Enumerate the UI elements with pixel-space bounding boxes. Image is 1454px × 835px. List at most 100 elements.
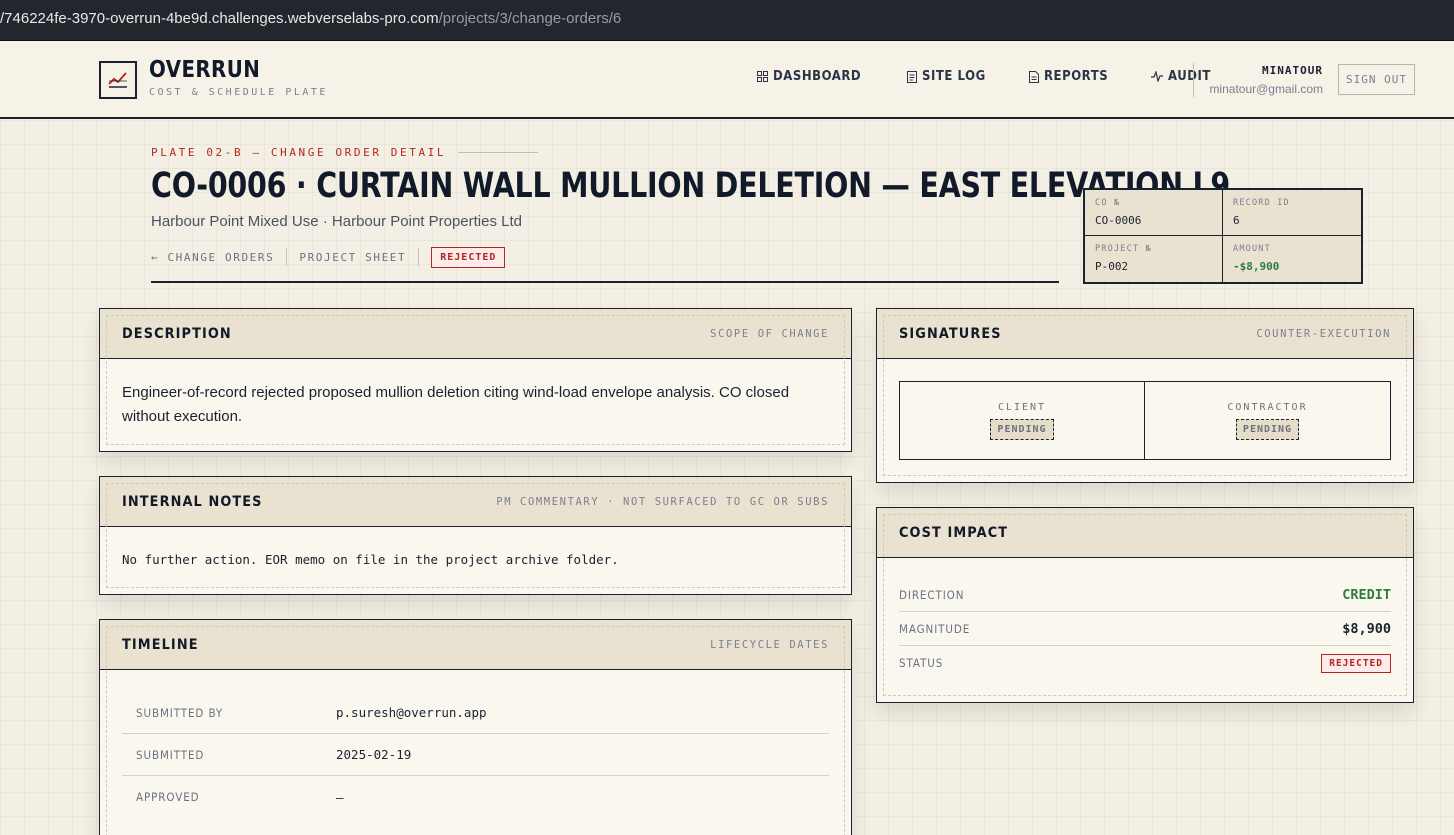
status-badge: REJECTED xyxy=(1321,653,1391,673)
contractor-signature[interactable]: CONTRACTOR PENDING xyxy=(1145,382,1390,459)
kicker-rule xyxy=(458,152,539,153)
card-title: SIGNATURES xyxy=(899,325,1002,342)
timeline-value: 2025-02-19 xyxy=(336,747,412,762)
notes-text: No further action. EOR memo on file in t… xyxy=(122,552,619,567)
card-title: DESCRIPTION xyxy=(122,325,232,342)
pulse-icon xyxy=(1151,71,1164,82)
nav-audit-label: AUDIT xyxy=(1168,69,1212,84)
timeline-value: p.suresh@overrun.app xyxy=(336,705,487,720)
card-header: TIMELINE LIFECYCLE DATES xyxy=(100,620,851,670)
cost-row: DIRECTION CREDIT xyxy=(899,578,1391,612)
address-bar[interactable]: /746224fe-3970-overrun-4be9d.challenges.… xyxy=(0,0,1454,41)
cost-impact-card: COST IMPACT DIRECTION CREDIT MAGNITUDE $… xyxy=(876,507,1414,703)
nav-site-log[interactable]: SITE LOG xyxy=(906,69,993,84)
card-header: INTERNAL NOTES PM COMMENTARY · NOT SURFA… xyxy=(100,477,851,527)
signature-label: CLIENT xyxy=(997,401,1047,413)
timeline-value: — xyxy=(336,789,344,805)
meta-label: CO № xyxy=(1095,198,1121,208)
card-tag: COUNTER-EXECUTION xyxy=(1256,327,1391,340)
timeline-row: SUBMITTED BY p.suresh@overrun.app xyxy=(122,692,829,734)
plate-kicker: PLATE 02-B — CHANGE ORDER DETAIL xyxy=(151,146,539,159)
card-tag: LIFECYCLE DATES xyxy=(710,638,829,651)
user-email: minatour@gmail.com xyxy=(1209,82,1323,96)
log-icon xyxy=(906,70,917,83)
cost-row: MAGNITUDE $8,900 xyxy=(899,612,1391,646)
app-header: OVERRUN COST & SCHEDULE PLATE DASHBOARD … xyxy=(0,41,1454,119)
card-body: DIRECTION CREDIT MAGNITUDE $8,900 STATUS… xyxy=(877,558,1413,702)
meta-value: 6 xyxy=(1233,214,1240,227)
nav-reports[interactable]: REPORTS xyxy=(1028,69,1115,84)
meta-label: AMOUNT xyxy=(1233,244,1271,254)
client-signature[interactable]: CLIENT PENDING xyxy=(900,382,1145,459)
timeline-label: SUBMITTED BY xyxy=(136,705,224,720)
cost-label: MAGNITUDE xyxy=(899,621,971,636)
nav-divider xyxy=(1193,63,1194,97)
nav-dashboard[interactable]: DASHBOARD xyxy=(757,69,871,84)
meta-label: RECORD ID xyxy=(1233,198,1290,208)
meta-value: CO-0006 xyxy=(1095,214,1142,227)
breadcrumb: ← CHANGE ORDERS PROJECT SHEET REJECTED xyxy=(151,246,506,268)
card-tag: SCOPE OF CHANGE xyxy=(710,327,829,340)
user-info: MINATOUR minatour@gmail.com xyxy=(1209,64,1323,96)
card-body: CLIENT PENDING CONTRACTOR PENDING xyxy=(877,359,1413,482)
crumb-divider xyxy=(286,248,288,266)
timeline-label: APPROVED xyxy=(136,790,200,804)
timeline-label: SUBMITTED xyxy=(136,747,205,762)
meta-amount: AMOUNT -$8,900 xyxy=(1223,236,1361,282)
meta-co-number: CO № CO-0006 xyxy=(1085,190,1223,236)
nav-reports-label: REPORTS xyxy=(1043,69,1108,84)
brand: OVERRUN COST & SCHEDULE PLATE xyxy=(149,57,328,98)
nav-audit[interactable]: AUDIT xyxy=(1151,69,1216,84)
crumb-divider xyxy=(418,248,420,266)
card-body: No further action. EOR memo on file in t… xyxy=(100,527,851,589)
card-header: COST IMPACT xyxy=(877,508,1413,558)
user-name: MINATOUR xyxy=(1262,64,1323,77)
card-body: Engineer-of-record rejected proposed mul… xyxy=(100,359,851,451)
project-sheet-link[interactable]: PROJECT SHEET xyxy=(299,251,418,264)
timeline-card: TIMELINE LIFECYCLE DATES SUBMITTED BY p.… xyxy=(99,619,852,835)
meta-record-id: RECORD ID 6 xyxy=(1223,190,1361,236)
pending-badge: PENDING xyxy=(1235,418,1300,440)
main-nav: DASHBOARD SITE LOG REPORTS AUDIT xyxy=(757,69,1252,84)
timeline-row: APPROVED — xyxy=(122,776,829,818)
magnitude-value: $8,900 xyxy=(1342,620,1391,637)
meta-label: PROJECT № xyxy=(1095,244,1152,254)
cost-label: STATUS xyxy=(899,656,944,670)
internal-notes-card: INTERNAL NOTES PM COMMENTARY · NOT SURFA… xyxy=(99,476,852,595)
document-icon xyxy=(1028,70,1039,83)
description-text: Engineer-of-record rejected proposed mul… xyxy=(122,384,790,425)
description-card: DESCRIPTION SCOPE OF CHANGE Engineer-of-… xyxy=(99,308,852,452)
pending-badge: PENDING xyxy=(990,418,1054,440)
brand-tagline: COST & SCHEDULE PLATE xyxy=(149,87,328,98)
signature-label: CONTRACTOR xyxy=(1227,401,1308,413)
sign-out-button[interactable]: SIGN OUT xyxy=(1338,64,1415,95)
status-badge: REJECTED xyxy=(431,246,506,268)
card-title: INTERNAL NOTES xyxy=(122,493,263,510)
url-host: /746224fe-3970-overrun-4be9d.challenges.… xyxy=(0,10,439,27)
card-title: TIMELINE xyxy=(122,636,199,653)
signature-grid: CLIENT PENDING CONTRACTOR PENDING xyxy=(899,381,1391,460)
cost-row: STATUS REJECTED xyxy=(899,646,1391,680)
card-title: COST IMPACT xyxy=(899,524,1009,541)
direction-value: CREDIT xyxy=(1342,586,1391,603)
card-header: SIGNATURES COUNTER-EXECUTION xyxy=(877,309,1413,359)
nav-site-log-label: SITE LOG xyxy=(921,69,986,84)
back-to-change-orders-link[interactable]: ← CHANGE ORDERS xyxy=(151,251,286,264)
page-subtitle: Harbour Point Mixed Use · Harbour Point … xyxy=(151,213,523,230)
card-header: DESCRIPTION SCOPE OF CHANGE xyxy=(100,309,851,359)
logo-icon[interactable] xyxy=(99,61,137,99)
signatures-card: SIGNATURES COUNTER-EXECUTION CLIENT PEND… xyxy=(876,308,1414,483)
nav-dashboard-label: DASHBOARD xyxy=(773,69,862,84)
card-body: SUBMITTED BY p.suresh@overrun.app SUBMIT… xyxy=(100,670,851,835)
meta-value: -$8,900 xyxy=(1233,260,1280,273)
page-title: CO-0006 · CURTAIN WALL MULLION DELETION … xyxy=(151,166,1231,206)
url-path: /projects/3/change-orders/6 xyxy=(438,10,622,27)
record-meta-grid: CO № CO-0006 RECORD ID 6 PROJECT № P-002… xyxy=(1083,188,1363,284)
timeline-row: SUBMITTED 2025-02-19 xyxy=(122,734,829,776)
title-rule xyxy=(151,281,1059,283)
meta-value: P-002 xyxy=(1095,260,1129,273)
cost-label: DIRECTION xyxy=(899,587,965,602)
meta-project-number: PROJECT № P-002 xyxy=(1085,236,1223,282)
kicker-text: PLATE 02-B — CHANGE ORDER DETAIL xyxy=(151,146,447,159)
grid-icon xyxy=(757,71,768,82)
